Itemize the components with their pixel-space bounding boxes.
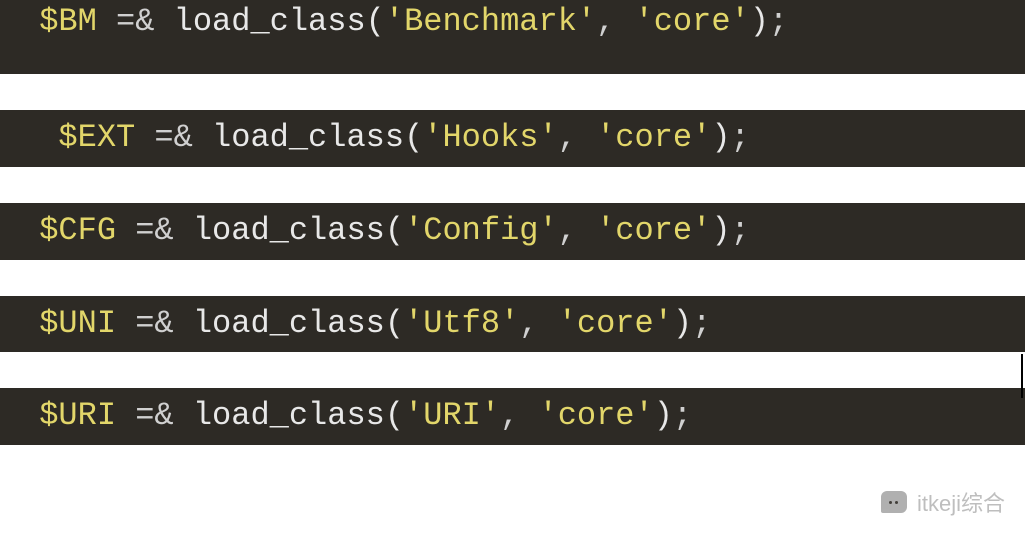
token-comma: , xyxy=(596,3,634,40)
token-semicolon: ; xyxy=(731,212,750,249)
token-function: load_class xyxy=(193,397,385,434)
text-cursor xyxy=(1021,354,1023,398)
token-string-2: 'core' xyxy=(635,3,750,40)
token-string-1: 'Hooks' xyxy=(423,119,557,156)
token-function: load_class xyxy=(193,212,385,249)
token-string-2: 'core' xyxy=(596,119,711,156)
token-comma: , xyxy=(500,397,538,434)
code-line-4: $UNI =& load_class('Utf8', 'core'); xyxy=(0,296,1025,353)
token-comma: , xyxy=(519,305,557,342)
token-paren-open: ( xyxy=(385,212,404,249)
code-line-5: $URI =& load_class('URI', 'core'); xyxy=(0,388,1025,445)
token-string-2: 'core' xyxy=(538,397,653,434)
code-line-2: $EXT =& load_class('Hooks', 'core'); xyxy=(0,110,1025,167)
token-comma: , xyxy=(558,212,596,249)
token-string-2: 'core' xyxy=(558,305,673,342)
token-string-1: 'Benchmark' xyxy=(385,3,596,40)
token-paren-close: ) xyxy=(673,305,692,342)
token-function: load_class xyxy=(212,119,404,156)
token-semicolon: ; xyxy=(673,397,692,434)
token-paren-open: ( xyxy=(385,397,404,434)
token-paren-close: ) xyxy=(711,212,730,249)
token-variable: $EXT xyxy=(58,119,135,156)
code-line-1: $BM =& load_class('Benchmark', 'core'); xyxy=(0,0,1025,74)
token-operator: =& xyxy=(135,119,212,156)
token-semicolon: ; xyxy=(692,305,711,342)
token-comma: , xyxy=(558,119,596,156)
lead xyxy=(20,305,39,342)
token-paren-open: ( xyxy=(385,305,404,342)
token-paren-close: ) xyxy=(654,397,673,434)
lead xyxy=(20,3,39,40)
lead xyxy=(20,212,39,249)
token-variable: $CFG xyxy=(39,212,116,249)
token-function: load_class xyxy=(193,305,385,342)
token-string-1: 'Config' xyxy=(404,212,558,249)
token-variable: $URI xyxy=(39,397,116,434)
token-operator: =& xyxy=(116,212,193,249)
token-variable: $BM xyxy=(39,3,97,40)
token-variable: $UNI xyxy=(39,305,116,342)
token-paren-open: ( xyxy=(366,3,385,40)
code-line-3: $CFG =& load_class('Config', 'core'); xyxy=(0,203,1025,260)
token-string-2: 'core' xyxy=(596,212,711,249)
wechat-icon xyxy=(881,491,907,513)
watermark: itkeji综合 xyxy=(881,486,1005,518)
token-string-1: 'URI' xyxy=(404,397,500,434)
token-string-1: 'Utf8' xyxy=(404,305,519,342)
lead xyxy=(20,119,58,156)
watermark-label: itkeji综合 xyxy=(917,486,1005,518)
token-operator: =& xyxy=(116,305,193,342)
token-paren-open: ( xyxy=(404,119,423,156)
token-operator: =& xyxy=(97,3,174,40)
token-paren-close: ) xyxy=(711,119,730,156)
token-semicolon: ; xyxy=(769,3,788,40)
token-operator: =& xyxy=(116,397,193,434)
token-semicolon: ; xyxy=(731,119,750,156)
lead xyxy=(20,397,39,434)
token-paren-close: ) xyxy=(750,3,769,40)
token-function: load_class xyxy=(174,3,366,40)
